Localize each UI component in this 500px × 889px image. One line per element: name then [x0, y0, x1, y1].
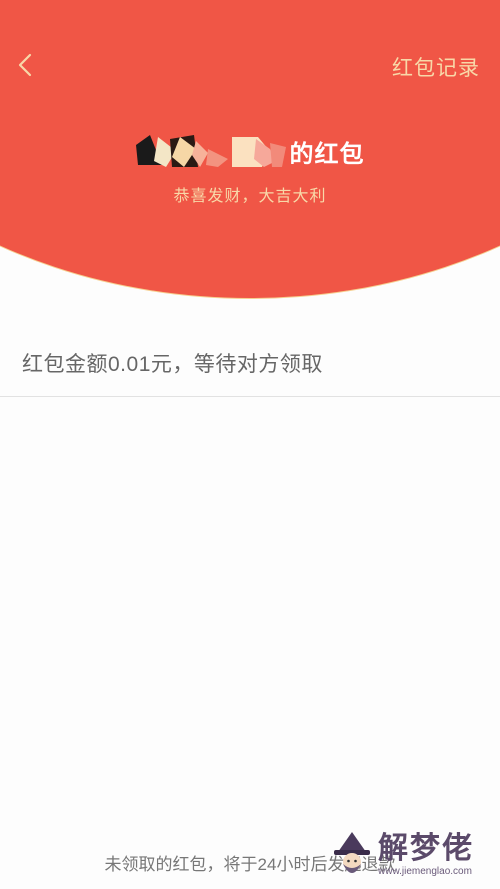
- watermark-url: www.jiemenglao.com: [378, 866, 472, 877]
- divider: [0, 396, 500, 397]
- red-packet-detail-page: 红包记录 的红包 恭喜发财，大吉大利 红包金额0.01元，等待对方领取 未领取的…: [0, 0, 500, 889]
- watermark: 解梦佬 www.jiemenglao.com: [330, 826, 490, 884]
- red-packet-records-link[interactable]: 红包记录: [392, 52, 480, 82]
- back-button[interactable]: [10, 50, 40, 80]
- wizard-logo-icon: [334, 832, 370, 873]
- watermark-title: 解梦佬: [378, 832, 474, 865]
- sender-row: 的红包: [0, 128, 500, 174]
- sender-title: 的红包: [289, 140, 365, 168]
- sender-name-pixelated: [135, 131, 286, 171]
- greeting-text: 恭喜发财，大吉大利: [173, 188, 327, 205]
- amount-status-text: 红包金额0.01元，等待对方领取: [22, 353, 323, 376]
- chevron-left-icon: [18, 53, 32, 77]
